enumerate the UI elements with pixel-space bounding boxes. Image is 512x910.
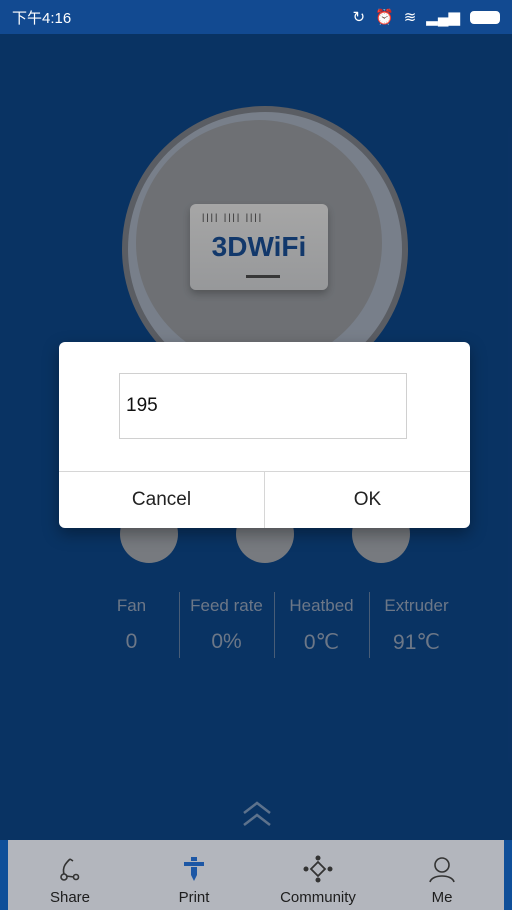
nav-label: Print [178,889,210,906]
cancel-button[interactable]: Cancel [59,472,264,528]
status-time: 下午4:16 [12,9,72,27]
nav-item-print[interactable]: Print [132,840,256,910]
share-icon [60,858,80,881]
sync-icon: ↻ [352,9,366,26]
bottom-nav: Share Print Community Me [8,840,504,910]
signal-icon: ▂▄▆ [426,9,460,26]
nav-item-share[interactable]: Share [8,840,132,910]
status-bar: 下午4:16 ↻ ⏰ ≋ ▂▄▆ [0,0,512,34]
value-input[interactable]: 195 [119,373,407,439]
print-icon [184,857,204,881]
value-dialog: 195 Cancel OK [59,342,470,528]
nav-label: Share [49,889,91,906]
wifi-icon: ≋ [403,9,417,26]
dialog-actions: Cancel OK [59,471,470,528]
me-icon [429,857,455,883]
community-icon [303,855,333,883]
ok-button[interactable]: OK [264,472,470,528]
nav-label: Me [431,889,453,906]
battery-icon [470,10,500,24]
alarm-icon: ⏰ [375,9,394,26]
nav-item-me[interactable]: Me [380,840,504,910]
nav-label: Community [280,889,356,906]
nav-item-community[interactable]: Community [256,840,380,910]
status-icons: ↻ ⏰ ≋ ▂▄▆ [352,8,500,26]
